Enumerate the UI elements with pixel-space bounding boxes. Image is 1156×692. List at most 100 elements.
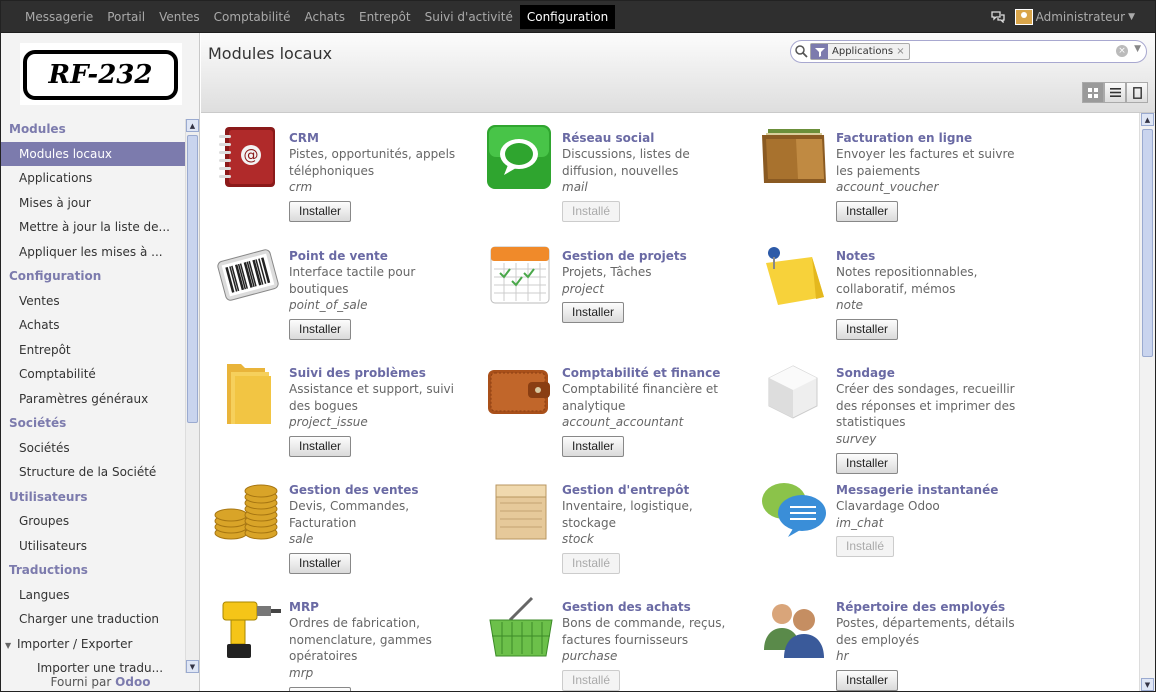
install-button[interactable]: Installer [836,319,899,341]
module-name[interactable]: Messagerie instantanée [836,482,1022,498]
module-card[interactable]: Messagerie instantanée Clavardage Odoo im_… [760,473,1030,583]
remove-facet-icon[interactable]: × [896,46,904,57]
install-button[interactable]: Installer [289,553,352,575]
cube-icon[interactable] [760,356,830,428]
module-card[interactable]: Point de vente Interface tactile pour bou… [213,239,483,349]
sidebar-item-mises-a-jour[interactable]: Mises à jour [1,191,185,216]
sidebar-item-parametres-generaux[interactable]: Paramètres généraux [1,387,185,412]
module-card[interactable]: Gestion des ventes Devis, Commandes, Fact… [213,473,483,583]
module-card[interactable]: Gestion de projets Projets, Tâches project… [486,239,756,349]
scroll-up-icon[interactable]: ▲ [186,119,199,132]
people-icon[interactable] [760,590,830,662]
search-options-caret-icon[interactable]: ▼ [1134,44,1141,54]
search-box[interactable]: Applications × × ▼ [790,40,1147,63]
module-card[interactable]: Gestion des achats Bons de commande, reçu… [486,590,756,691]
topnav-configuration[interactable]: Configuration [519,5,616,29]
topnav-entrepot[interactable]: Entrepôt [352,5,418,29]
module-card[interactable]: Sondage Créer des sondages, recueillir de… [760,356,1030,474]
install-button[interactable]: Installer [289,319,352,341]
crate-icon[interactable] [486,473,556,545]
module-name[interactable]: MRP [289,599,475,615]
sticky-note-icon[interactable] [760,239,830,311]
sidebar-item-importer-exporter[interactable]: ▼ Importer / Exporter [1,632,185,657]
install-button[interactable]: Installer [836,201,899,223]
topnav-ventes[interactable]: Ventes [152,5,207,29]
sidebar-item-apply-updates[interactable]: Appliquer les mises à ... [1,240,185,265]
module-name[interactable]: CRM [289,130,475,146]
install-button[interactable]: Installer [289,686,352,691]
module-name[interactable]: Notes [836,248,1022,264]
coins-icon[interactable] [213,473,283,545]
address-book-icon[interactable]: @ [213,121,283,193]
leather-wallet-icon[interactable] [486,356,556,428]
module-card[interactable]: MRP Ordres de fabrication, nomenclature, … [213,590,483,691]
sidebar-item-applications[interactable]: Applications [1,166,185,191]
module-name[interactable]: Point de vente [289,248,475,264]
topnav-portail[interactable]: Portail [100,5,152,29]
module-card[interactable]: Suivi des problèmes Assistance et support… [213,356,483,466]
basket-icon[interactable] [486,590,556,662]
chat-bubble-icon[interactable] [486,121,556,193]
sidebar-item-modules-locaux[interactable]: Modules locaux [1,141,185,166]
clear-search-icon[interactable]: × [1116,45,1128,57]
user-menu[interactable]: Administrateur ▼ [1014,9,1135,25]
content-scrollbar[interactable]: ▲ ▼ [1139,113,1155,691]
chat-icon[interactable] [990,11,1005,24]
module-card[interactable]: @ CRM Pistes, opportunités, appels télépho… [213,121,483,231]
scroll-down-icon[interactable]: ▼ [186,660,199,673]
topnav-comptabilite[interactable]: Comptabilité [207,5,298,29]
drill-icon[interactable] [213,590,283,662]
scroll-thumb[interactable] [187,135,198,423]
company-logo[interactable]: RF-232 [20,43,182,105]
module-card[interactable]: Gestion d'entrepôt Inventaire, logistique… [486,473,756,583]
topnav-suivi-activite[interactable]: Suivi d'activité [418,5,520,29]
barcode-icon[interactable] [213,239,283,311]
sidebar-item-achats[interactable]: Achats [1,313,185,338]
sidebar-item-entrepot[interactable]: Entrepôt [1,338,185,363]
install-button[interactable]: Installer [562,436,625,458]
scroll-thumb[interactable] [1142,129,1153,357]
sidebar-item-utilisateurs[interactable]: Utilisateurs [1,534,185,559]
sidebar-scrollbar[interactable]: ▲ ▼ [185,119,199,673]
module-card[interactable]: Notes Notes repositionnables, collaborati… [760,239,1030,349]
module-name[interactable]: Sondage [836,365,1022,381]
module-name[interactable]: Gestion des achats [562,599,748,615]
sidebar-item-update-list[interactable]: Mettre à jour la liste de... [1,215,185,240]
topnav-messagerie[interactable]: Messagerie [18,5,100,29]
folder-icon[interactable] [213,356,283,428]
install-button[interactable]: Installer [836,452,899,474]
module-name[interactable]: Suivi des problèmes [289,365,475,381]
sidebar-item-comptabilite[interactable]: Comptabilité [1,362,185,387]
form-view-button[interactable] [1126,82,1148,103]
scroll-up-icon[interactable]: ▲ [1141,113,1154,126]
module-name[interactable]: Gestion de projets [562,248,748,264]
install-button[interactable]: Installer [836,670,899,691]
scroll-down-icon[interactable]: ▼ [1141,678,1154,691]
module-name[interactable]: Facturation en ligne [836,130,1022,146]
sidebar-item-importer-traduction[interactable]: Importer une tradu... [1,656,185,675]
install-button[interactable]: Installer [289,201,352,223]
kanban-view-button[interactable] [1082,82,1104,103]
search-facet[interactable]: Applications × [810,43,910,60]
wallet-icon[interactable] [760,121,830,193]
module-card[interactable]: Répertoire des employés Postes, départeme… [760,590,1030,691]
list-view-button[interactable] [1104,82,1126,103]
calendar-icon[interactable] [486,239,556,311]
install-button[interactable]: Installer [562,302,625,324]
sidebar-item-structure-societe[interactable]: Structure de la Société [1,460,185,485]
sidebar-item-societes[interactable]: Sociétés [1,436,185,461]
topnav-achats[interactable]: Achats [297,5,352,29]
sidebar-item-ventes[interactable]: Ventes [1,289,185,314]
module-card[interactable]: Comptabilité et finance Comptabilité fina… [486,356,756,466]
speech-bubbles-icon[interactable] [760,473,830,545]
sidebar-item-langues[interactable]: Langues [1,583,185,608]
module-card[interactable]: Facturation en ligne Envoyer les factures… [760,121,1030,231]
sidebar-item-groupes[interactable]: Groupes [1,509,185,534]
module-name[interactable]: Gestion d'entrepôt [562,482,748,498]
module-card[interactable]: Réseau social Discussions, listes de diff… [486,121,756,231]
module-name[interactable]: Répertoire des employés [836,599,1022,615]
sidebar-item-charger-traduction[interactable]: Charger une traduction [1,607,185,632]
module-name[interactable]: Gestion des ventes [289,482,475,498]
module-name[interactable]: Comptabilité et finance [562,365,748,381]
install-button[interactable]: Installer [289,436,352,458]
